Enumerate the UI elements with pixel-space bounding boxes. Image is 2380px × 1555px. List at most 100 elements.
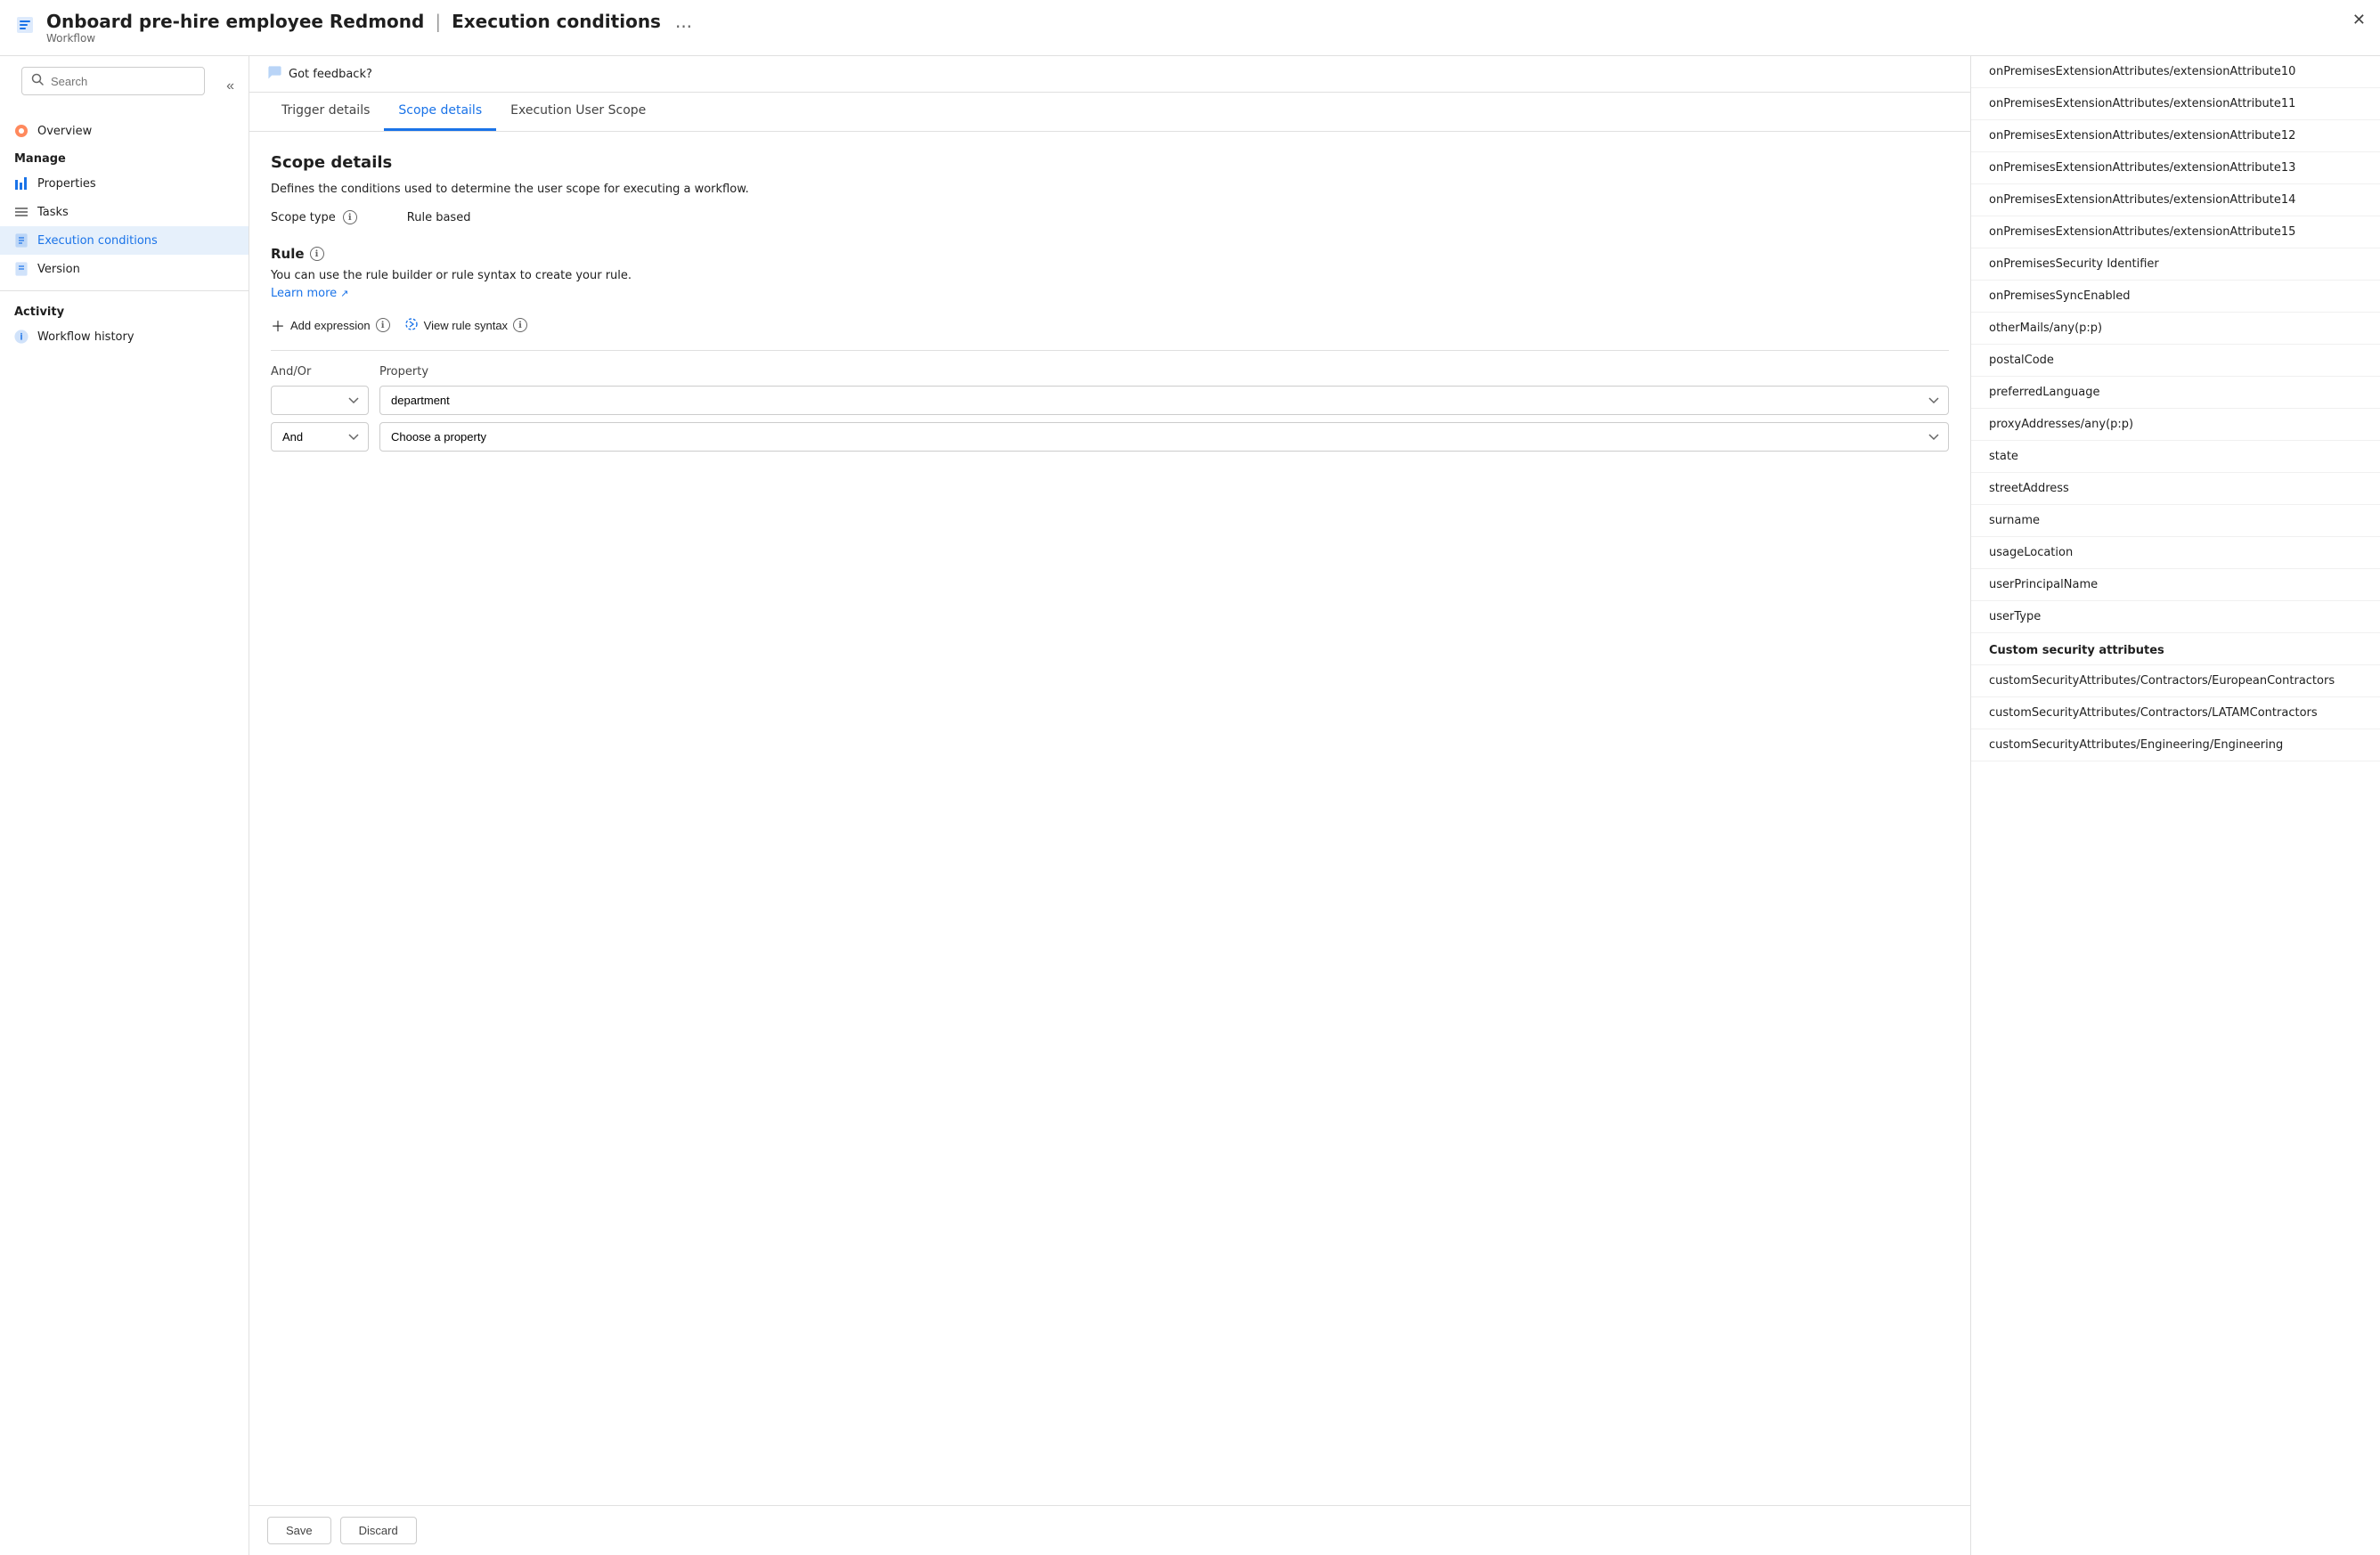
- tab-execution-user-scope[interactable]: Execution User Scope: [496, 93, 660, 131]
- list-item[interactable]: onPremisesExtensionAttributes/extensionA…: [1971, 152, 2380, 184]
- list-item[interactable]: proxyAddresses/any(p:p): [1971, 409, 2380, 441]
- sidebar-item-workflow-history[interactable]: Workflow history: [0, 322, 249, 351]
- list-item[interactable]: otherMails/any(p:p): [1971, 313, 2380, 345]
- list-item[interactable]: onPremisesExtensionAttributes/extensionA…: [1971, 120, 2380, 152]
- andor-select-container: [271, 386, 369, 415]
- sidebar-item-label: Version: [37, 263, 80, 276]
- bar-chart-icon: [14, 176, 29, 191]
- list-item[interactable]: onPremisesExtensionAttributes/extensionA…: [1971, 216, 2380, 248]
- sidebar-item-execution-conditions[interactable]: Execution conditions: [0, 226, 249, 255]
- external-link-icon: ↗: [340, 288, 348, 299]
- activity-section-label: Activity: [0, 298, 249, 322]
- tab-trigger-details[interactable]: Trigger details: [267, 93, 384, 131]
- tabs-container: Trigger details Scope details Execution …: [249, 93, 1970, 132]
- list-item[interactable]: customSecurityAttributes/Engineering/Eng…: [1971, 729, 2380, 761]
- property-section-header: Custom security attributes: [1971, 633, 2380, 665]
- list-item[interactable]: customSecurityAttributes/Contractors/Eur…: [1971, 665, 2380, 697]
- rule-actions: ＋ Add expression ℹ View rule syntax ℹ: [271, 314, 1949, 336]
- scope-type-info-icon[interactable]: ℹ: [343, 210, 357, 224]
- list-item[interactable]: userPrincipalName: [1971, 569, 2380, 601]
- page-subtitle: Execution conditions: [452, 11, 661, 32]
- andor-select-container-2: And Or: [271, 422, 369, 452]
- sidebar-item-label: Tasks: [37, 206, 69, 219]
- manage-section-label: Manage: [0, 145, 249, 169]
- rule-info-icon[interactable]: ℹ: [310, 247, 324, 261]
- rule-desc: You can use the rule builder or rule syn…: [271, 269, 1949, 282]
- view-syntax-label: View rule syntax: [424, 319, 508, 332]
- property-select-2[interactable]: Choose a property: [379, 422, 1949, 452]
- main-content: Got feedback? Trigger details Scope deta…: [249, 56, 1970, 1555]
- list-item[interactable]: userType: [1971, 601, 2380, 633]
- feedback-icon: [267, 65, 281, 83]
- feedback-bar: Got feedback?: [249, 56, 1970, 93]
- app-body: « Overview Manage Properties: [0, 56, 2380, 1555]
- andor-select-2[interactable]: And Or: [271, 422, 369, 452]
- sidebar-item-label: Properties: [37, 177, 96, 191]
- add-expression-button[interactable]: ＋ Add expression ℹ: [271, 314, 390, 336]
- list-item[interactable]: surname: [1971, 505, 2380, 537]
- rule-table-header: And/Or Property: [271, 365, 1949, 379]
- scope-type-value: Rule based: [407, 211, 471, 224]
- right-panel: onPremisesExtensionAttributes/extensionA…: [1970, 56, 2380, 1555]
- sidebar-item-label: Overview: [37, 125, 92, 138]
- list-item[interactable]: streetAddress: [1971, 473, 2380, 505]
- more-options-button[interactable]: ...: [675, 11, 692, 32]
- header-titles: Onboard pre-hire employee Redmond | Exec…: [46, 11, 2366, 45]
- list-item[interactable]: onPremisesExtensionAttributes/extensionA…: [1971, 184, 2380, 216]
- bottom-bar: Save Discard: [249, 1505, 1970, 1555]
- save-button[interactable]: Save: [267, 1517, 331, 1544]
- sidebar-item-tasks[interactable]: Tasks: [0, 198, 249, 226]
- list-item[interactable]: preferredLanguage: [1971, 377, 2380, 409]
- sidebar: « Overview Manage Properties: [0, 56, 249, 1555]
- list-item[interactable]: state: [1971, 441, 2380, 473]
- search-icon: [31, 73, 44, 89]
- version-icon: [14, 262, 29, 276]
- scope-type-label: Scope type: [271, 211, 336, 224]
- rule-title: Rule: [271, 246, 305, 262]
- property-select-container: department: [379, 386, 1949, 415]
- list-item[interactable]: onPremisesExtensionAttributes/extensionA…: [1971, 56, 2380, 88]
- list-item[interactable]: postalCode: [1971, 345, 2380, 377]
- sidebar-divider: [0, 290, 249, 291]
- tab-scope-details[interactable]: Scope details: [384, 93, 496, 131]
- view-syntax-button[interactable]: View rule syntax ℹ: [404, 317, 527, 334]
- list-item[interactable]: onPremisesExtensionAttributes/extensionA…: [1971, 88, 2380, 120]
- table-row: And Or Choose a property: [271, 422, 1949, 452]
- col-header-andor: And/Or: [271, 365, 369, 379]
- list-item[interactable]: usageLocation: [1971, 537, 2380, 569]
- col-header-property: Property: [379, 365, 1949, 379]
- discard-button[interactable]: Discard: [340, 1517, 417, 1544]
- scope-details-title: Scope details: [271, 153, 1949, 172]
- info-icon: [14, 330, 29, 344]
- learn-more-link[interactable]: Learn more ↗: [271, 287, 348, 300]
- list-item[interactable]: onPremisesSyncEnabled: [1971, 281, 2380, 313]
- close-button[interactable]: ✕: [2352, 11, 2366, 29]
- rule-divider: [271, 350, 1949, 351]
- property-select-container-2: Choose a property: [379, 422, 1949, 452]
- rule-header: Rule ℹ: [271, 246, 1949, 262]
- andor-select-1[interactable]: [271, 386, 369, 415]
- view-syntax-info-icon[interactable]: ℹ: [513, 318, 527, 332]
- sidebar-item-properties[interactable]: Properties: [0, 169, 249, 198]
- list-item[interactable]: onPremisesSecurity Identifier: [1971, 248, 2380, 281]
- search-box: [21, 67, 205, 95]
- property-list: onPremisesExtensionAttributes/extensionA…: [1971, 56, 2380, 761]
- property-select-1[interactable]: department: [379, 386, 1949, 415]
- sidebar-item-overview[interactable]: Overview: [0, 117, 249, 145]
- learn-more-label: Learn more: [271, 287, 337, 300]
- table-row: department: [271, 386, 1949, 415]
- rule-section: Rule ℹ You can use the rule builder or r…: [271, 246, 1949, 452]
- title-separator: |: [435, 11, 441, 32]
- search-input[interactable]: [51, 75, 195, 88]
- document-icon: [14, 233, 29, 248]
- collapse-button[interactable]: «: [223, 78, 238, 94]
- app-icon: [14, 14, 36, 41]
- feedback-text: Got feedback?: [289, 68, 372, 81]
- view-syntax-icon: [404, 317, 419, 334]
- add-expression-info-icon[interactable]: ℹ: [376, 318, 390, 332]
- plus-icon: ＋: [271, 314, 285, 336]
- scope-type-row: Scope type ℹ Rule based: [271, 210, 1949, 224]
- list-item[interactable]: customSecurityAttributes/Contractors/LAT…: [1971, 697, 2380, 729]
- add-expression-label: Add expression: [290, 319, 371, 332]
- sidebar-item-version[interactable]: Version: [0, 255, 249, 283]
